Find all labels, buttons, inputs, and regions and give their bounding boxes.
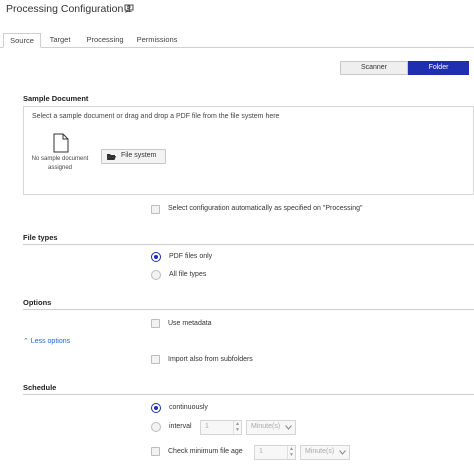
use-metadata-checkbox[interactable] [151,319,160,328]
tab-source[interactable]: Source [3,33,41,48]
schedule-divider [23,394,474,395]
continuously-radio[interactable] [151,403,161,413]
chevron-down-icon [339,450,346,455]
import-subfolders-checkbox[interactable] [151,355,160,364]
tab-permissions[interactable]: Permissions [134,33,180,48]
comment-icon[interactable] [124,4,134,13]
continuously-label: continuously [169,404,208,411]
document-icon [53,133,69,153]
auto-select-checkbox[interactable] [151,205,160,214]
interval-unit-value: Minute(s) [251,423,281,430]
page-title: Processing Configuration 1 [6,3,133,15]
file-system-button[interactable]: File system [101,149,166,164]
interval-stepper-arrows[interactable]: ▲ ▼ [233,421,241,434]
title-bar: Processing Configuration 1 [0,0,474,20]
interval-radio[interactable] [151,422,161,432]
scanner-button[interactable]: Scanner [340,61,408,75]
no-sample-text: No sample document assigned [24,155,96,173]
less-options-link[interactable]: ⌃ Less options [23,337,70,345]
source-mode-toggle: Scanner Folder [340,61,469,75]
options-header: Options [23,298,52,307]
file-system-label: File system [121,152,157,159]
min-file-age-value: 1 [259,448,263,455]
auto-select-label: Select configuration automatically as sp… [168,205,363,212]
import-subfolders-label: Import also from subfolders [168,356,253,363]
pdf-only-radio[interactable] [151,252,161,262]
interval-value: 1 [205,423,209,430]
no-sample-line-1: No sample document [31,156,89,162]
pdf-only-label: PDF files only [169,253,213,260]
sample-document-hint: Select a sample document or drag and dro… [32,113,280,120]
schedule-header: Schedule [23,383,57,392]
folder-button[interactable]: Folder [408,61,469,75]
file-types-header: File types [23,233,58,242]
min-file-age-label: Check minimum file age [168,448,243,455]
min-file-age-unit-select[interactable]: Minute(s) [300,445,350,460]
options-divider [23,309,474,310]
file-types-divider [23,244,474,245]
chevron-down-icon [285,425,292,430]
stepper-down-icon[interactable]: ▼ [235,428,240,433]
tab-processing[interactable]: Processing [82,33,128,48]
min-file-age-checkbox[interactable] [151,447,160,456]
all-file-types-label: All file types [169,271,207,278]
use-metadata-label: Use metadata [168,320,212,327]
interval-stepper[interactable]: 1 ▲ ▼ [200,420,242,435]
sample-document-header: Sample Document [23,94,89,103]
interval-unit-select[interactable]: Minute(s) [246,420,296,435]
folder-open-icon [107,154,116,160]
min-file-age-stepper-arrows[interactable]: ▲ ▼ [287,446,295,459]
sample-document-dropzone[interactable]: Select a sample document or drag and dro… [23,106,474,195]
interval-label: interval [169,423,192,430]
tab-target[interactable]: Target [44,33,76,48]
tab-bar: Source Target Processing Permissions [0,33,474,48]
stepper-down-icon[interactable]: ▼ [289,453,294,458]
min-file-age-stepper[interactable]: 1 ▲ ▼ [254,445,296,460]
all-file-types-radio[interactable] [151,270,161,280]
min-file-age-unit-value: Minute(s) [305,448,335,455]
no-sample-line-2: assigned [47,165,73,171]
